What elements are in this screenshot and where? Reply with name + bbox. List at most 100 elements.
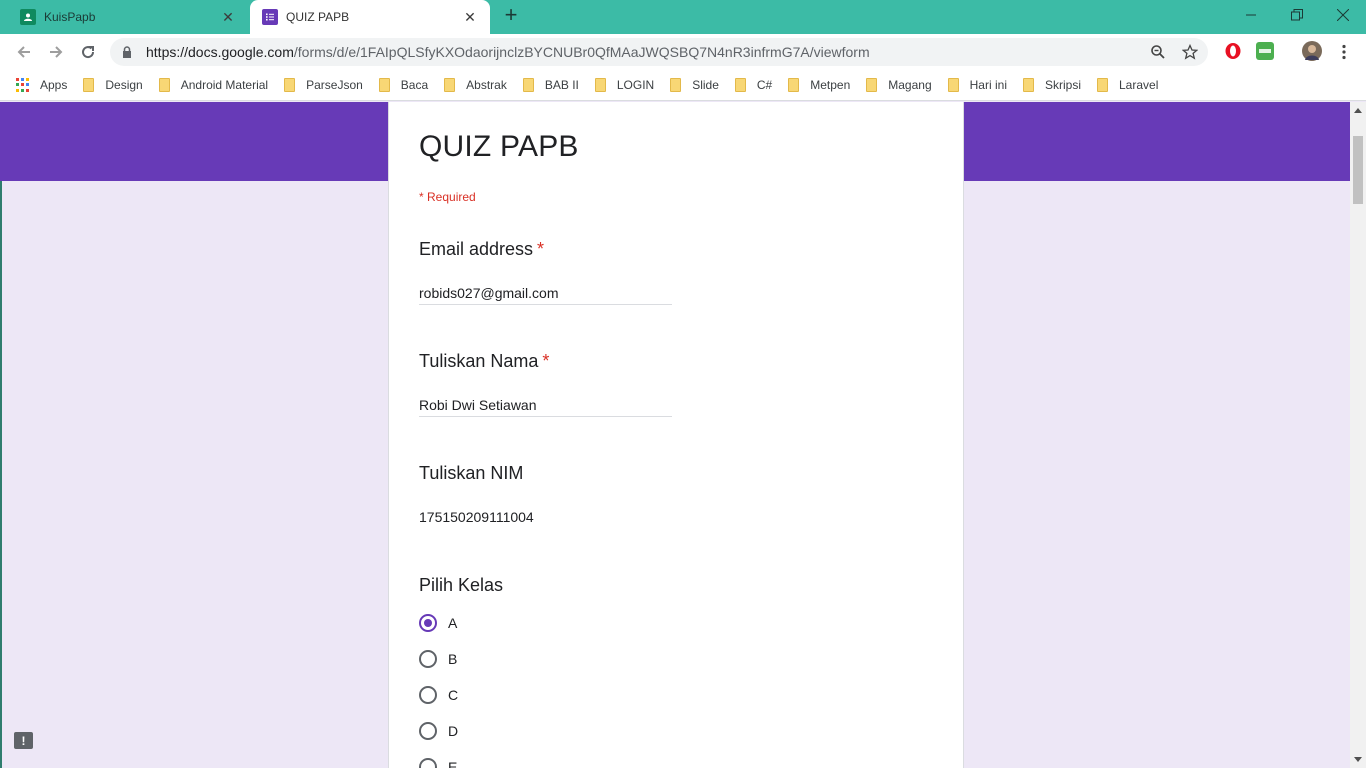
folder-icon [284,78,296,92]
bookmark-folder[interactable]: C# [734,78,773,92]
radio-option-c[interactable]: C [419,685,458,705]
question-nama-title: Tuliskan Nama * [419,351,549,372]
nama-field[interactable]: Robi Dwi Setiawan [419,397,672,417]
required-asterisk: * [542,351,550,371]
forward-arrow-icon[interactable] [44,40,68,64]
bookmark-label: ParseJson [306,78,363,92]
question-nim-title: Tuliskan NIM [419,463,523,484]
bookmark-apps[interactable]: Apps [16,78,67,92]
radio-option-b[interactable]: B [419,649,457,669]
bookmark-folder[interactable]: Hari ini [947,78,1007,92]
restore-icon[interactable] [1274,0,1320,30]
radio-option-a[interactable]: A [419,613,457,633]
bookmark-star-icon[interactable] [1180,42,1200,62]
question-label: Email address [419,239,534,259]
bookmark-label: Apps [40,78,68,92]
bookmark-label: Design [105,78,143,92]
bookmark-label: Android Material [180,78,269,92]
scroll-up-arrow-icon[interactable] [1354,108,1362,113]
bookmark-label: BAB II [544,78,579,92]
radio-label: D [448,723,459,739]
radio-button[interactable] [419,686,437,704]
form-card: QUIZ PAPB * Required Email address * robi… [388,102,964,768]
bookmark-label: Laravel [1119,78,1159,92]
bookmark-folder[interactable]: ParseJson [284,78,363,92]
bookmark-label: Abstrak [466,78,507,92]
bookmark-label: LOGIN [616,78,655,92]
bookmark-folder[interactable]: LOGIN [594,78,655,92]
radio-label: E [448,759,458,768]
question-email-title: Email address * [419,239,544,260]
reload-icon[interactable] [76,40,100,64]
window-edge [0,181,2,768]
bookmark-label: Hari ini [969,78,1007,92]
cors-extension-icon[interactable] [1256,42,1274,60]
menu-kebab-icon[interactable] [1334,42,1354,62]
radio-option-d[interactable]: D [419,721,458,741]
folder-icon [866,78,878,92]
tab-strip: KuisPapb ✕ QUIZ PAPB ✕ + [0,0,1366,34]
email-field[interactable]: robids027@gmail.com [419,285,672,305]
bookmark-label: Metpen [810,78,851,92]
scroll-down-arrow-icon[interactable] [1354,757,1362,762]
folder-icon [594,78,606,92]
lock-icon [122,46,136,58]
minimize-icon[interactable] [1228,0,1274,30]
bookmark-folder[interactable]: Magang [866,78,932,92]
folder-icon [83,78,95,92]
bookmark-folder[interactable]: Metpen [788,78,850,92]
radio-option-e[interactable]: E [419,757,457,768]
radio-button[interactable] [419,722,437,740]
required-note: * Required [419,190,476,204]
bookmark-folder[interactable]: Android Material [158,78,269,92]
tab-kuispapb[interactable]: KuisPapb ✕ [8,0,248,34]
zoom-icon[interactable] [1148,42,1168,62]
question-label: Tuliskan NIM [419,463,524,483]
address-bar[interactable]: https://docs.google.com/forms/d/e/1FAIpQ… [110,38,1208,66]
form-title: QUIZ PAPB [419,130,579,163]
tab-title: QUIZ PAPB [286,10,350,24]
bookmark-folder[interactable]: Abstrak [444,78,507,92]
folder-icon [1097,78,1108,92]
folder-icon [734,78,746,92]
bookmark-folder[interactable]: BAB II [522,78,579,92]
question-label: Pilih Kelas [419,575,504,595]
report-feedback-icon[interactable]: ! [14,732,33,749]
close-window-icon[interactable] [1320,0,1366,30]
question-label: Tuliskan Nama [419,351,539,371]
bookmark-label: Magang [888,78,932,92]
google-forms-icon [262,9,278,25]
folder-icon [158,78,170,92]
close-tab-icon[interactable]: ✕ [462,9,478,25]
bookmark-folder[interactable]: Laravel [1097,78,1158,92]
apps-grid-icon [16,78,30,92]
bookmark-label: C# [756,78,773,92]
question-kelas-title: Pilih Kelas [419,575,503,596]
folder-icon [788,78,800,92]
close-tab-icon[interactable]: ✕ [220,9,236,25]
page-scrollbar[interactable] [1350,102,1366,768]
folder-icon [670,78,682,92]
required-asterisk: * [537,239,545,259]
new-tab-plus-icon[interactable]: + [500,4,522,27]
bookmark-folder[interactable]: Slide [670,78,719,92]
radio-button[interactable] [419,758,437,768]
bookmark-folder[interactable]: Design [83,78,143,92]
radio-label: C [448,687,459,703]
bookmark-folder[interactable]: Skripsi [1022,78,1081,92]
profile-avatar[interactable] [1302,41,1322,61]
radio-button-checked[interactable] [419,614,437,632]
back-arrow-icon[interactable] [12,40,36,64]
url-path: /forms/d/e/1FAIpQLSfyKXOdaorijnclzBYCNUB… [293,44,870,60]
bookmark-folder[interactable]: Baca [378,78,429,92]
opera-vpn-extension-icon[interactable] [1224,42,1242,60]
tab-title: KuisPapb [44,10,96,24]
scrollbar-thumb[interactable] [1353,136,1363,204]
radio-button[interactable] [419,650,437,668]
nim-field[interactable]: 175150209111004 [419,509,672,528]
tab-quiz-papb[interactable]: QUIZ PAPB ✕ [250,0,490,34]
browser-toolbar: https://docs.google.com/forms/d/e/1FAIpQ… [0,34,1366,70]
bookmark-label: Skripsi [1044,78,1081,92]
radio-label: A [448,615,458,631]
bookmark-label: Baca [400,78,429,92]
